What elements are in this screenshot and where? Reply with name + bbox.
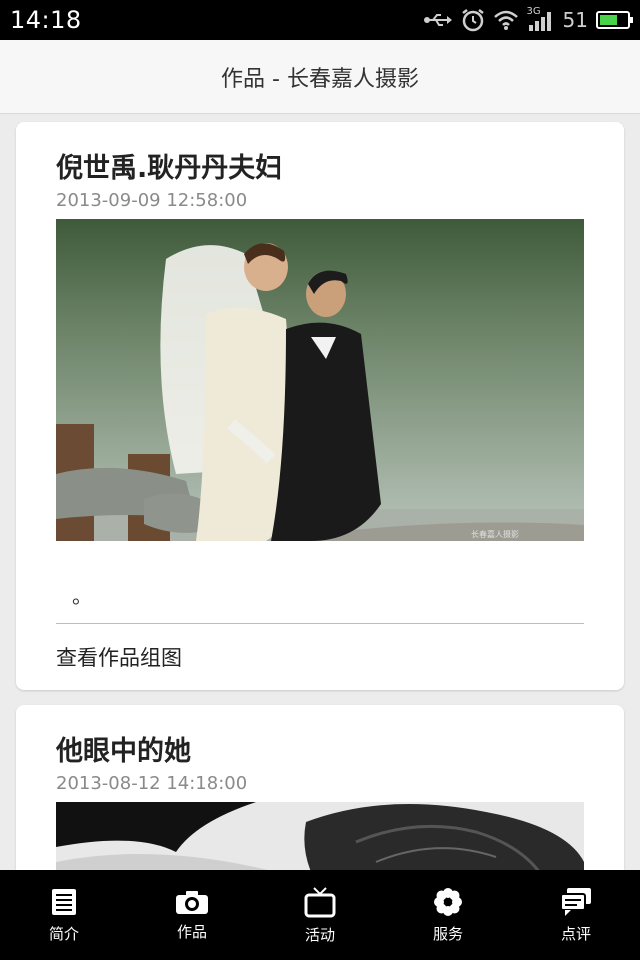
wifi-icon — [493, 8, 519, 32]
page-title: 作品 - 长春嘉人摄影 — [221, 66, 419, 92]
post-date: 2013-09-09 12:58:00 — [56, 190, 248, 211]
card-divider — [56, 623, 584, 624]
tab-intro[interactable]: 简介 — [0, 870, 128, 960]
tab-label: 活动 — [304, 925, 335, 944]
flower-icon — [434, 887, 462, 916]
tab-label: 简介 — [48, 924, 79, 943]
status-icons: 3G 51 — [423, 6, 633, 32]
portrait-photo-image — [56, 802, 584, 870]
post-excerpt: 。 — [72, 584, 92, 608]
battery-icon — [596, 8, 633, 32]
tab-events[interactable]: 活动 — [256, 870, 384, 960]
network-type-label: 3G — [526, 6, 541, 17]
bottom-tab-bar: 简介 作品 活动 服务 点评 — [0, 870, 640, 960]
signal-icon: 3G — [526, 6, 555, 32]
tab-label: 作品 — [176, 922, 207, 941]
post-title[interactable]: 倪世禹.耿丹丹夫妇 — [56, 146, 282, 185]
chat-icon — [560, 887, 591, 916]
post-card[interactable]: 他眼中的她 2013-08-12 14:18:00 — [16, 705, 624, 870]
post-date: 2013-08-12 14:18:00 — [56, 773, 248, 794]
svg-text:长春嘉人摄影: 长春嘉人摄影 — [471, 529, 519, 539]
post-title[interactable]: 他眼中的她 — [56, 729, 191, 768]
status-bar: 14:18 3G 51 — [0, 0, 640, 40]
alarm-icon — [461, 8, 485, 32]
tab-reviews[interactable]: 点评 — [512, 870, 640, 960]
post-photo[interactable]: 长春嘉人摄影 — [56, 219, 584, 541]
signal-strength-label: 51 — [562, 8, 588, 32]
post-photo[interactable] — [56, 802, 584, 870]
tab-works[interactable]: 作品 — [128, 870, 256, 960]
app-header: 作品 - 长春嘉人摄影 — [0, 40, 640, 114]
view-gallery-link[interactable]: 查看作品组图 — [56, 642, 182, 672]
tab-label: 点评 — [560, 924, 591, 943]
tab-services[interactable]: 服务 — [384, 870, 512, 960]
tab-label: 服务 — [432, 924, 463, 943]
wedding-photo-image: 长春嘉人摄影 — [56, 219, 584, 541]
post-card[interactable]: 倪世禹.耿丹丹夫妇 2013-09-09 12:58:00 长春嘉人摄影 。 查… — [16, 122, 624, 690]
status-time: 14:18 — [10, 6, 82, 34]
post-list[interactable]: 倪世禹.耿丹丹夫妇 2013-09-09 12:58:00 长春嘉人摄影 。 查… — [0, 114, 640, 870]
tv-icon — [304, 886, 336, 917]
usb-icon — [423, 8, 453, 32]
camera-icon — [176, 890, 208, 914]
document-icon — [52, 888, 76, 915]
